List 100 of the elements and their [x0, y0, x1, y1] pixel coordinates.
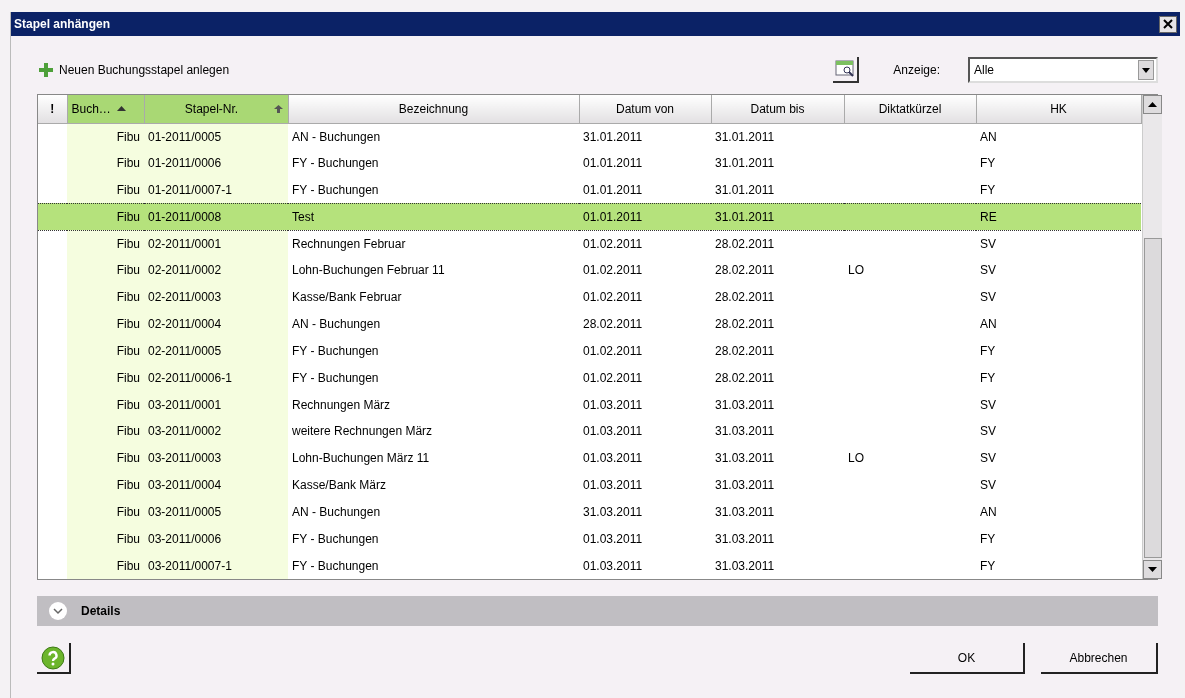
new-batch-link[interactable]: Neuen Buchungsstapel anlegen [39, 61, 230, 79]
table-cell: 03-2011/0003 [148, 451, 222, 466]
table-row[interactable]: Fibu 02-2011/0002 Lohn-Buchungen Februar 11 01.02.2011 28.02.2011 LO SV [38, 257, 1141, 284]
table-row[interactable]: Fibu 02-2011/0001 Rechnungen Februar 01.02.2011 28.02.2011 SV [38, 230, 1141, 258]
table-cell: 31.01.2011 [715, 182, 775, 197]
table-cell: 02-2011/0003 [148, 290, 222, 305]
table-row[interactable]: Fibu 01-2011/0006 FY - Buchungen 01.01.2011 31.01.2011 FY [38, 149, 1141, 177]
table-cell: 02-2011/0005 [148, 343, 222, 358]
sort-ascending-icon [274, 104, 284, 113]
table-row[interactable]: Fibu 02-2011/0005 FY - Buchungen 01.02.2011 28.02.2011 FY [38, 337, 1141, 365]
table-row[interactable]: Fibu 01-2011/0008 Test 01.01.2011 31.01.2011 RE [38, 203, 1141, 231]
table-row[interactable]: Fibu 02-2011/0004 AN - Buchungen 28.02.2011 28.02.2011 AN [38, 310, 1141, 338]
column-header[interactable]: Datum bis [711, 95, 844, 123]
table-cell: 31.03.2011 [715, 451, 775, 466]
table-cell: AN [980, 504, 997, 519]
table-row[interactable]: Fibu 03-2011/0001 Rechnungen März 01.03.2011 31.03.2011 SV [38, 391, 1141, 418]
table-cell: Fibu [116, 424, 140, 439]
table-cell: Kasse/Bank März [292, 477, 387, 492]
table-cell: 03-2011/0007-1 [148, 558, 232, 573]
table-cell: Fibu [116, 558, 140, 573]
table-row[interactable]: Fibu 03-2011/0004 Kasse/Bank März 01.03.2011 31.03.2011 SV [38, 471, 1141, 499]
column-header[interactable]: Diktatkürzel [844, 95, 976, 123]
dialog-button[interactable]: Abbrechen [1041, 643, 1158, 674]
table-cell: Fibu [116, 531, 140, 546]
dialog-button[interactable]: OK [910, 643, 1025, 674]
table-search-icon [835, 60, 856, 79]
details-label: Details [81, 603, 121, 620]
close-icon [1163, 19, 1173, 29]
table-cell: Fibu [116, 290, 140, 305]
table-cell: FY - Buchungen [292, 370, 379, 385]
table-cell: 01-2011/0005 [148, 129, 222, 144]
table-row[interactable]: Fibu 02-2011/0003 Kasse/Bank Februar 01.02.2011 28.02.2011 SV [38, 283, 1141, 311]
display-dropdown[interactable]: Alle [968, 57, 1158, 83]
table-cell: Lohn-Buchungen Februar 11 [292, 263, 445, 278]
help-icon [41, 645, 65, 670]
column-header[interactable]: ! [38, 95, 67, 123]
scroll-down-icon [1147, 567, 1157, 572]
table-cell: 03-2011/0001 [148, 397, 222, 412]
table-row[interactable]: Fibu 03-2011/0006 FY - Buchungen 01.03.2011 31.03.2011 FY [38, 525, 1141, 552]
display-label: Anzeige: [893, 62, 940, 79]
table-cell: 28.02.2011 [715, 263, 775, 278]
table-cell: 03-2011/0005 [148, 504, 222, 519]
preview-button[interactable] [833, 57, 860, 83]
column-header[interactable]: HK [976, 95, 1141, 123]
vertical-scrollbar[interactable] [1141, 95, 1162, 579]
dropdown-arrow-icon [1142, 67, 1150, 73]
expand-icon [49, 602, 67, 620]
table-cell: Fibu [116, 263, 140, 278]
table-cell: Kasse/Bank Februar [292, 290, 402, 305]
table-row[interactable]: Fibu 03-2011/0007-1 FY - Buchungen 01.03.2011 31.03.2011 FY [38, 552, 1141, 579]
table-cell: Fibu [116, 451, 140, 466]
table-cell: 31.03.2011 [715, 558, 775, 573]
details-bar[interactable]: Details [37, 596, 1158, 626]
table-cell: Test [292, 209, 314, 224]
table-cell: Lohn-Buchungen März 11 [292, 451, 430, 466]
table-cell: weitere Rechnungen März [292, 424, 433, 439]
table-cell: Fibu [116, 504, 140, 519]
table-cell: Fibu [116, 317, 140, 332]
window-title: Stapel anhängen [14, 16, 111, 33]
table-cell: Fibu [116, 209, 140, 224]
table-cell: SV [980, 263, 996, 278]
table-cell: 01.02.2011 [583, 343, 643, 358]
table-cell: Fibu [116, 343, 140, 358]
table-cell: SV [980, 477, 996, 492]
column-header[interactable]: Stapel-Nr. [144, 95, 288, 123]
table-cell: Fibu [116, 129, 140, 144]
table-cell: 01.01.2011 [583, 156, 643, 171]
table-cell: FY - Buchungen [292, 343, 379, 358]
table-cell: AN [980, 317, 997, 332]
table-cell: 31.01.2011 [715, 129, 775, 144]
table-cell: SV [980, 236, 996, 251]
column-header[interactable]: Bezeichnung [288, 95, 579, 123]
table-cell: SV [980, 451, 996, 466]
table-cell: FY [980, 558, 996, 573]
table-cell: FY - Buchungen [292, 531, 379, 546]
table-cell: 31.03.2011 [715, 477, 775, 492]
table-cell: SV [980, 424, 996, 439]
table-cell: 31.01.2011 [715, 156, 775, 171]
table-cell: FY - Buchungen [292, 182, 379, 197]
table-row[interactable]: Fibu 02-2011/0006-1 FY - Buchungen 01.02.2011 28.02.2011 FY [38, 364, 1141, 392]
table-row[interactable]: Fibu 01-2011/0005 AN - Buchungen 31.01.2011 31.01.2011 AN [38, 123, 1141, 150]
table-cell: 01.02.2011 [583, 263, 643, 278]
table-row[interactable]: Fibu 03-2011/0002 weitere Rechnungen März 01.03.2011 31.03.2011 SV [38, 417, 1141, 445]
table-cell: 02-2011/0001 [148, 236, 222, 251]
table-cell: Fibu [116, 182, 140, 197]
table-cell: FY [980, 343, 996, 358]
table-row[interactable]: Fibu 01-2011/0007-1 FY - Buchungen 01.01.2011 31.01.2011 FY [38, 176, 1141, 204]
close-button[interactable] [1159, 15, 1177, 33]
table-row[interactable]: Fibu 03-2011/0005 AN - Buchungen 31.03.2011 31.03.2011 AN [38, 498, 1141, 526]
table-cell: AN - Buchungen [292, 129, 381, 144]
table-cell: 02-2011/0004 [148, 317, 222, 332]
column-header[interactable]: Datum von [579, 95, 711, 123]
table-cell: 03-2011/0004 [148, 477, 222, 492]
table-row[interactable]: Fibu 03-2011/0003 Lohn-Buchungen März 11 01.03.2011 31.03.2011 LO SV [38, 444, 1141, 472]
table-cell: FY - Buchungen [292, 558, 379, 573]
table-cell: 03-2011/0006 [148, 531, 222, 546]
table-cell: 31.03.2011 [715, 424, 775, 439]
table-cell: FY [980, 370, 996, 385]
column-header[interactable]: Buch… [67, 95, 144, 123]
table-cell: Fibu [116, 397, 140, 412]
